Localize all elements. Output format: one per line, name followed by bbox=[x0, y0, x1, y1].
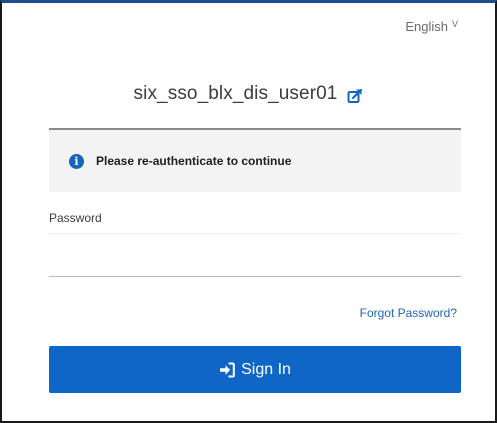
username-text: six_sso_blx_dis_user01 bbox=[133, 83, 338, 104]
sign-in-label: Sign In bbox=[241, 360, 291, 378]
password-input[interactable] bbox=[49, 233, 461, 277]
password-label: Password bbox=[49, 211, 102, 225]
sign-in-button[interactable]: Sign In bbox=[49, 346, 461, 393]
switch-user-icon[interactable] bbox=[347, 88, 363, 104]
user-identity-row: six_sso_blx_dis_user01 bbox=[2, 83, 495, 105]
forgot-password-link[interactable]: Forgot Password? bbox=[360, 306, 457, 320]
language-label: English bbox=[405, 19, 448, 34]
sign-in-icon bbox=[220, 362, 235, 377]
info-icon: i bbox=[69, 153, 84, 169]
reauth-message: Please re-authenticate to continue bbox=[96, 154, 292, 168]
chevron-down-icon: V bbox=[451, 18, 458, 29]
reauth-banner: i Please re-authenticate to continue bbox=[49, 130, 461, 192]
login-card: English V six_sso_blx_dis_user01 i Pleas… bbox=[0, 0, 497, 423]
language-selector[interactable]: English V bbox=[405, 18, 458, 35]
